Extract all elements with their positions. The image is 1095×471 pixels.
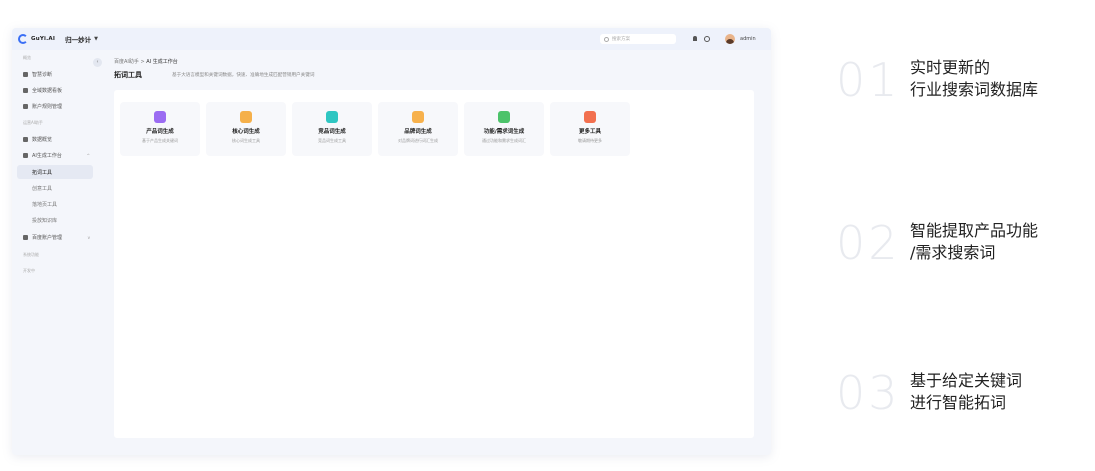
feature-line: 基于给定关键词 [910, 371, 1023, 390]
card-description: 核心词生成工具 [232, 138, 260, 143]
tool-card-competitor[interactable]: 竞品词生成 竞品词生成工具 [292, 102, 372, 156]
tool-card-brand[interactable]: 品牌词生成 对品牌词进行词汇生成 [378, 102, 458, 156]
help-icon[interactable] [704, 36, 710, 42]
sidebar-subitem-knowledge-base[interactable]: 投放知识库 [32, 217, 57, 224]
sidebar-collapse-button[interactable]: ‹ [93, 58, 102, 67]
page-description: 基于大语言模型和关键词数据，快速、准确地生成匹配营销用户关键词 [172, 73, 315, 78]
feature-line: /需求搜索词 [910, 243, 996, 262]
chart-icon [23, 136, 28, 142]
tool-card-core[interactable]: 核心词生成 核心词生成工具 [206, 102, 286, 156]
sidebar-item-label: 数据概览 [32, 136, 53, 143]
feature-line: 实时更新的 [910, 58, 991, 77]
breadcrumb-separator: > [140, 59, 145, 65]
feature-text: 智能提取产品功能 /需求搜索词 [910, 220, 1038, 264]
card-description: 通过功能和需求生成词汇 [482, 138, 526, 143]
sidebar-item-label: AI生成工作台 [32, 152, 62, 159]
tool-card-product[interactable]: 产品词生成 基于产品生成关键词 [120, 102, 200, 156]
sidebar-item-ai-workbench[interactable]: AI生成工作台 ^ [12, 148, 102, 162]
sidebar-item-label: 全域数据看板 [32, 87, 63, 94]
sidebar-group-label: 概览 [23, 55, 31, 60]
feature-number: 01 [836, 53, 901, 107]
chevron-up-icon: ^ [86, 152, 90, 158]
chevron-down-icon: ▼ [94, 36, 98, 42]
card-title: 竞品词生成 [318, 129, 346, 135]
team-switcher[interactable]: 归一妙计 ▼ [65, 34, 98, 44]
sidebar: ‹ 概览 智慧诊断 全域数据看板 账户规则管理 运营AI助手 数据概览 AI生成 [12, 50, 106, 455]
feature-text: 实时更新的 行业搜索词数据库 [910, 57, 1038, 101]
feature-line: 行业搜索词数据库 [910, 80, 1039, 99]
card-title: 核心词生成 [232, 129, 260, 135]
main-content: 百度AI助手 > AI 生成工作台 拓词工具 基于大语言模型和关键词数据，快速、… [106, 50, 771, 455]
search-input[interactable]: 搜索方案 [600, 34, 676, 44]
folder-icon [412, 111, 424, 123]
chevron-down-icon: v [87, 234, 90, 240]
card-title: 功能/需求词生成 [483, 129, 525, 135]
sidebar-item-data-overview[interactable]: 数据概览 [12, 132, 102, 146]
search-icon [604, 36, 609, 42]
logo[interactable]: GuYi.AI [18, 34, 55, 44]
sidebar-item-label: 账户规则管理 [32, 103, 63, 110]
sidebar-item-assets[interactable]: 百度账户管理 v [12, 230, 102, 244]
breadcrumb-root[interactable]: 百度AI助手 [114, 59, 139, 65]
username[interactable]: admin [740, 36, 756, 42]
card-title: 产品词生成 [146, 129, 174, 135]
feature-number: 02 [836, 216, 901, 270]
logo-text: GuYi.AI [31, 36, 56, 42]
card-title: 更多工具 [578, 129, 601, 135]
feature-line: 智能提取产品功能 [910, 221, 1039, 240]
user-icon [23, 103, 28, 109]
folder-icon [240, 111, 252, 123]
sidebar-subitem-label: 拓词工具 [32, 170, 53, 176]
cube-icon [154, 111, 166, 123]
sidebar-subitem-landing-tool[interactable]: 落地页工具 [32, 201, 57, 208]
sidebar-item-label: 智慧诊断 [32, 71, 53, 78]
pie-chart-icon [326, 111, 338, 123]
app-window: GuYi.AI 归一妙计 ▼ 搜索方案 admin ‹ 概览 智慧诊断 全域数据… [12, 28, 771, 455]
card-description: 敬请期待更多 [578, 138, 602, 143]
search-placeholder: 搜索方案 [612, 37, 630, 42]
tool-panel: 产品词生成 基于产品生成关键词 核心词生成 核心词生成工具 竞品词生成 竞品词生… [114, 90, 754, 438]
logo-icon [18, 34, 28, 44]
sidebar-group-label: 系统功能 [23, 252, 39, 257]
cube-icon [584, 111, 596, 123]
sidebar-item-dashboard[interactable]: 全域数据看板 [12, 83, 102, 97]
tool-card-function[interactable]: 功能/需求词生成 通过功能和需求生成词汇 [464, 102, 544, 156]
team-name: 归一妙计 [65, 36, 92, 44]
sidebar-item-label: 百度账户管理 [32, 234, 63, 241]
sidebar-subitem-creative-tool[interactable]: 创意工具 [32, 185, 52, 192]
top-bar: GuYi.AI 归一妙计 ▼ 搜索方案 admin [12, 28, 771, 50]
bell-icon[interactable] [692, 36, 698, 42]
home-icon [23, 71, 28, 77]
feature-line: 进行智能拓词 [910, 393, 1007, 412]
sidebar-item-account-rules[interactable]: 账户规则管理 [12, 99, 102, 113]
sidebar-item-diagnosis[interactable]: 智慧诊断 [12, 67, 102, 81]
bank-icon [23, 234, 28, 240]
card-title: 品牌词生成 [404, 129, 432, 135]
card-description: 对品牌词进行词汇生成 [398, 138, 438, 143]
sidebar-group-label: 开发中 [23, 268, 35, 273]
avatar[interactable] [725, 34, 735, 44]
feature-text: 基于给定关键词 进行智能拓词 [910, 370, 1022, 414]
card-description: 基于产品生成关键词 [142, 138, 178, 143]
tool-card-more[interactable]: 更多工具 敬请期待更多 [550, 102, 630, 156]
page-title: 拓词工具 [114, 71, 142, 79]
breadcrumb: 百度AI助手 > AI 生成工作台 [114, 58, 178, 65]
sidebar-subitem-keyword-tool[interactable]: 拓词工具 [17, 165, 93, 179]
sidebar-group-label: 运营AI助手 [23, 120, 43, 125]
card-description: 竞品词生成工具 [318, 138, 346, 143]
chart-icon [23, 87, 28, 93]
breadcrumb-current: AI 生成工作台 [146, 59, 178, 65]
feature-number: 03 [836, 366, 901, 420]
drop-icon [23, 152, 28, 158]
stage: GuYi.AI 归一妙计 ▼ 搜索方案 admin ‹ 概览 智慧诊断 全域数据… [0, 0, 1095, 471]
shield-check-icon [498, 111, 510, 123]
